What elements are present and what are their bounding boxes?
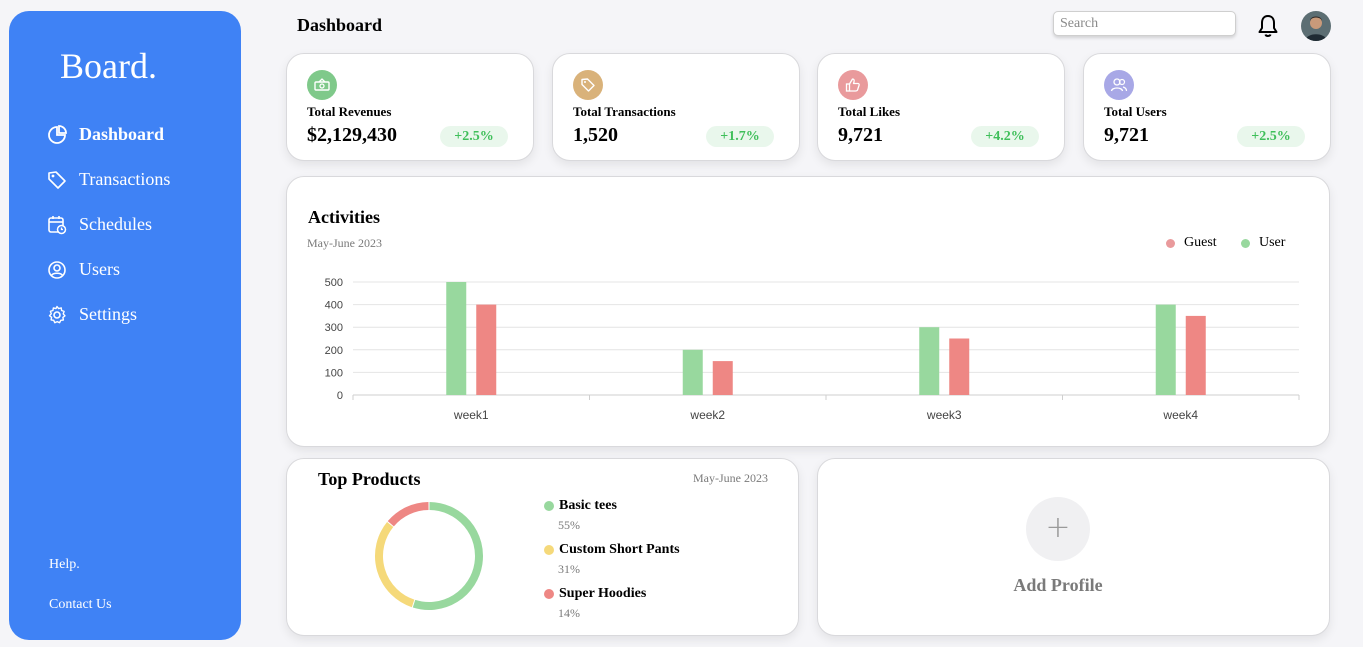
contact-us-link[interactable]: Contact Us [49, 597, 112, 613]
stat-label: Total Transactions [573, 104, 676, 119]
product-item-name: Super Hoodies [544, 586, 647, 602]
donut-slice [412, 502, 483, 610]
nav-item-dashboard[interactable]: Dashboard [47, 124, 164, 145]
stat-label: Total Users [1104, 104, 1167, 119]
product-item-name: Custom Short Pants [544, 542, 680, 558]
product-color-dot [544, 545, 554, 555]
sidebar: Board. Dashboard Transactions Schedules … [9, 11, 241, 640]
y-tick-label: 0 [337, 390, 343, 402]
stat-card-revenues: Total Revenues $2,129,430 +2.5% [286, 53, 534, 161]
stat-label: Total Revenues [307, 104, 392, 119]
page-title: Dashboard [297, 15, 383, 35]
products-donut-chart [375, 502, 483, 610]
bar-guest-week4 [1185, 315, 1206, 395]
activities-subtitle: May-June 2023 [307, 236, 382, 250]
bell-icon[interactable] [1257, 14, 1279, 38]
product-name-text: Basic tees [559, 498, 617, 513]
stat-value: 9,721 [1104, 124, 1149, 146]
activities-title: Activities [308, 207, 380, 227]
nav-item-users[interactable]: Users [47, 259, 120, 280]
help-link[interactable]: Help. [49, 557, 80, 573]
stat-change-badge: +2.5% [1237, 126, 1305, 147]
product-name-text: Super Hoodies [559, 586, 647, 601]
nav-label: Schedules [79, 214, 152, 234]
product-item-name: Basic tees [544, 498, 617, 514]
stat-card-users: Total Users 9,721 +2.5% [1083, 53, 1331, 161]
product-item-pct: 55% [558, 518, 580, 532]
avatar-image [1301, 11, 1331, 41]
y-tick-label: 300 [325, 322, 343, 334]
activities-bar-chart: 0 100 200 300 400 500 week1 week2 week3 week4 [325, 277, 1300, 422]
legend-user-dot [1241, 238, 1250, 248]
bar-guest-week2 [712, 361, 733, 395]
nav-item-transactions[interactable]: Transactions [47, 169, 170, 190]
bar-guest-week3 [949, 338, 970, 395]
bar-guest-week1 [476, 304, 497, 395]
y-tick-label: 200 [325, 345, 343, 357]
donut-slice [387, 502, 429, 527]
x-tick-label: week1 [453, 408, 489, 422]
product-color-dot [544, 589, 554, 599]
stat-label: Total Likes [838, 104, 901, 119]
activities-card: 0 100 200 300 400 500 week1 week2 week3 week4 Act… [286, 176, 1330, 447]
legend-guest-label: Guest [1184, 235, 1217, 250]
nav-label: Dashboard [79, 124, 165, 144]
stat-change-badge: +1.7% [706, 126, 774, 147]
user-circle-icon [48, 260, 66, 279]
stat-value: 9,721 [838, 124, 883, 146]
legend-user-label: User [1259, 235, 1286, 250]
search-input[interactable] [1053, 11, 1236, 36]
product-color-dot [544, 501, 554, 511]
stat-change-badge: +4.2% [971, 126, 1039, 147]
nav-label: Users [79, 259, 120, 279]
y-tick-label: 500 [325, 277, 343, 289]
x-tick-label: week3 [926, 408, 962, 422]
add-profile-card[interactable]: + Add Profile [817, 458, 1330, 636]
avatar[interactable] [1301, 11, 1331, 41]
bar-user-week2 [682, 349, 703, 395]
money-icon [307, 70, 337, 100]
donut-slice [375, 521, 415, 608]
stat-card-likes: Total Likes 9,721 +4.2% [817, 53, 1065, 161]
legend-guest: Guest [1166, 235, 1217, 251]
stat-change-badge: +2.5% [440, 126, 508, 147]
y-tick-label: 100 [325, 367, 343, 379]
calendar-clock-icon [48, 215, 67, 234]
stat-card-transactions: Total Transactions 1,520 +1.7% [552, 53, 800, 161]
x-tick-label: week2 [689, 408, 725, 422]
nav-item-schedules[interactable]: Schedules [47, 214, 152, 235]
tag-icon [573, 70, 603, 100]
bar-user-week4 [1155, 304, 1176, 395]
pie-chart-icon [48, 124, 67, 144]
bar-user-week3 [919, 327, 940, 395]
bar-user-week1 [446, 282, 467, 395]
nav-label: Transactions [79, 169, 171, 189]
top-products-title: Top Products [318, 469, 421, 489]
y-tick-label: 400 [325, 300, 343, 312]
plus-icon[interactable]: + [1026, 497, 1090, 561]
legend-user: User [1241, 235, 1285, 251]
nav-item-settings[interactable]: Settings [47, 304, 137, 325]
product-item-pct: 14% [558, 606, 580, 620]
top-products-card: Top Products May-June 2023 Basic tees 55… [286, 458, 799, 636]
gear-icon [48, 305, 66, 323]
tag-icon [48, 170, 66, 189]
legend-guest-dot [1166, 238, 1175, 248]
users-icon [1104, 70, 1134, 100]
product-item-pct: 31% [558, 562, 580, 576]
brand-logo: Board. [60, 46, 157, 86]
add-profile-label: Add Profile [1013, 575, 1103, 595]
top-products-date: May-June 2023 [693, 471, 768, 485]
nav-label: Settings [79, 304, 138, 324]
x-tick-label: week4 [1162, 408, 1198, 422]
stat-value: $2,129,430 [307, 124, 397, 146]
stat-value: 1,520 [573, 124, 618, 146]
thumbs-up-icon [838, 70, 868, 100]
product-name-text: Custom Short Pants [559, 542, 680, 557]
